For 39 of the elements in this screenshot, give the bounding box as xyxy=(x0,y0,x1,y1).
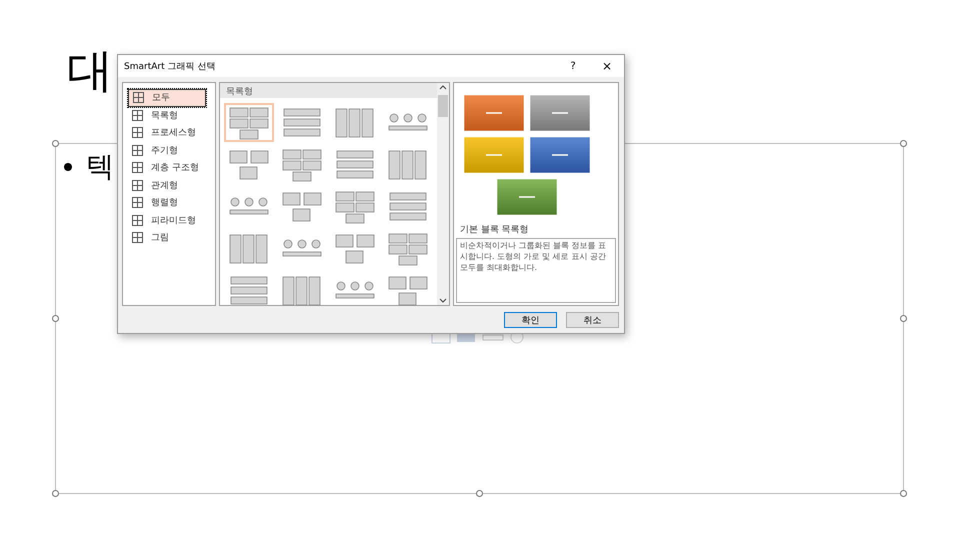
category-icon xyxy=(131,161,144,174)
category-icon xyxy=(131,144,144,157)
dialog-title: SmartArt 그래픽 선택 xyxy=(124,60,216,72)
category-item[interactable]: 목록형 xyxy=(128,106,206,124)
help-button[interactable]: ? xyxy=(556,55,590,77)
category-item[interactable]: 행렬형 xyxy=(128,194,206,212)
bullet-icon xyxy=(64,163,72,171)
category-item[interactable]: 그림 xyxy=(128,229,206,246)
resize-handle[interactable] xyxy=(900,140,907,147)
scroll-thumb[interactable] xyxy=(438,95,448,117)
close-button[interactable]: × xyxy=(590,55,624,77)
resize-handle[interactable] xyxy=(900,490,907,497)
resize-handle[interactable] xyxy=(52,315,59,322)
category-icon xyxy=(131,231,144,244)
category-item[interactable]: 모두 xyxy=(128,89,206,106)
category-item[interactable]: 프로세스형 xyxy=(128,124,206,142)
resize-handle[interactable] xyxy=(52,490,59,497)
ok-button[interactable]: 확인 xyxy=(504,312,557,328)
category-icon xyxy=(131,108,144,122)
category-item[interactable]: 주기형 xyxy=(128,142,206,159)
resize-handle[interactable] xyxy=(52,140,59,147)
scrollbar[interactable] xyxy=(437,83,449,305)
slide-title: 대 xyxy=(67,42,113,99)
category-icon xyxy=(131,126,144,140)
resize-handle[interactable] xyxy=(476,490,483,497)
layout-description: 비순차적이거나 그룹화된 블록 정보를 표시합니다. 도형의 가로 및 세로 표시 공간 모두를 최대화합니다. xyxy=(456,238,616,303)
layout-thumbnail[interactable] xyxy=(224,103,274,142)
cancel-button[interactable]: 취소 xyxy=(566,312,619,328)
bullet-text: 텍 xyxy=(86,150,114,184)
layout-name: 기본 블록 목록형 xyxy=(459,224,530,237)
category-icon xyxy=(132,91,145,104)
resize-handle[interactable] xyxy=(900,315,907,322)
category-icon xyxy=(131,178,144,192)
category-item[interactable]: 계층 구조형 xyxy=(128,159,206,176)
category-item[interactable]: 피라미드형 xyxy=(128,212,206,229)
gallery-heading: 목록형 xyxy=(220,83,437,98)
category-icon xyxy=(131,196,144,210)
category-item[interactable]: 관계형 xyxy=(128,176,206,194)
category-icon xyxy=(131,214,144,227)
